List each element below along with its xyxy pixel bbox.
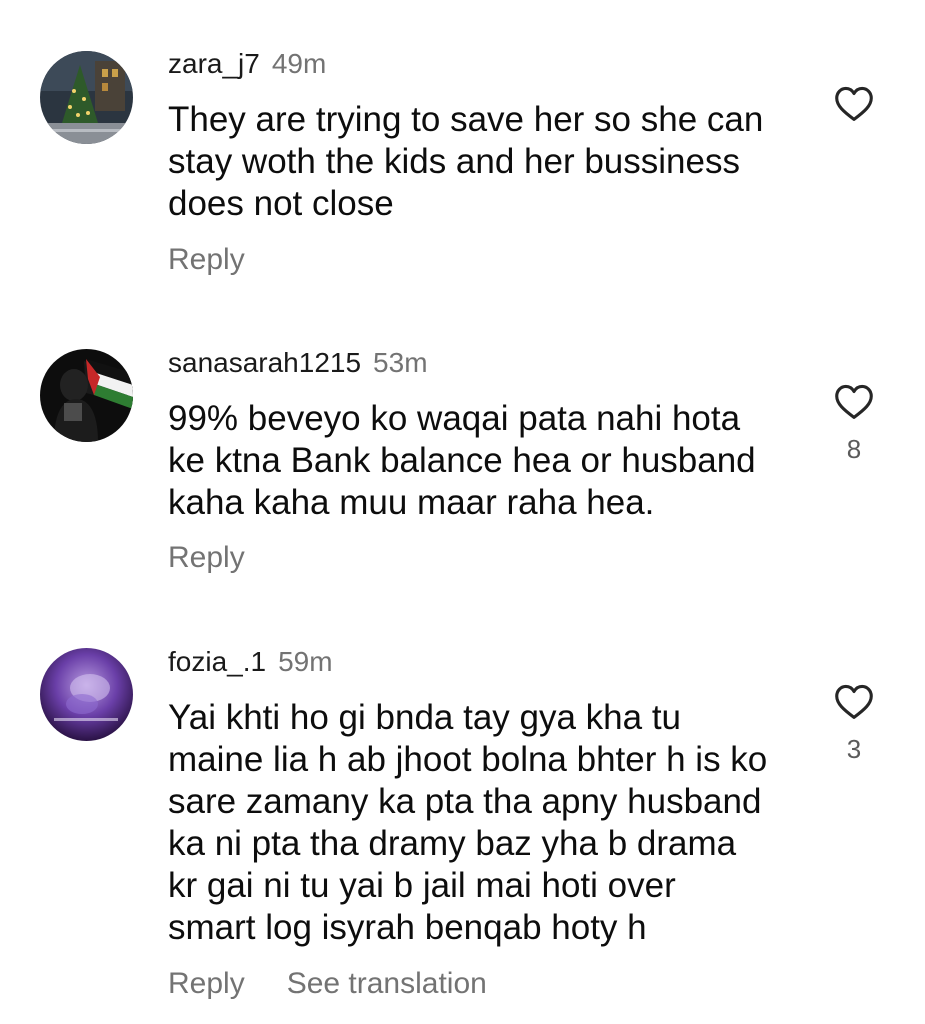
comment-line: 99% beveyo ko waqai pata nahi hota <box>168 399 741 438</box>
comment-meta: fozia_.1 59m <box>168 645 333 679</box>
avatar-sanasarah[interactable] <box>40 349 133 442</box>
heart-outline-icon[interactable] <box>833 382 875 420</box>
comment-meta: sanasarah1215 53m <box>168 346 428 380</box>
comment-line: smart log isyrah benqab hoty h <box>168 908 647 947</box>
comment-meta: zara_j7 49m <box>168 47 326 81</box>
comment-actions: Reply See translation <box>168 966 487 1002</box>
comment-actions: Reply <box>168 540 245 576</box>
reply-button[interactable]: Reply <box>168 540 245 576</box>
see-translation-button[interactable]: See translation <box>287 966 487 1002</box>
reply-button[interactable]: Reply <box>168 242 245 278</box>
comment-line: stay woth the kids and her bussiness <box>168 142 740 181</box>
comment-line: sare zamany ka pta tha apny husband <box>168 782 762 821</box>
comment-line: kr gai ni tu yai b jail mai hoti over <box>168 866 676 905</box>
comment-line: Yai khti ho gi bnda tay gya kha tu <box>168 698 682 737</box>
like-count: 8 <box>846 434 862 464</box>
comment-text: 99% beveyo ko waqai pata nahi hota ke kt… <box>168 398 808 524</box>
timestamp: 59m <box>278 646 333 677</box>
heart-outline-icon[interactable] <box>833 84 875 122</box>
avatar-image <box>40 51 133 144</box>
username[interactable]: fozia_.1 <box>168 646 266 677</box>
timestamp: 49m <box>271 48 327 79</box>
like-button[interactable]: 8 <box>832 382 876 464</box>
avatar-image <box>40 648 133 741</box>
username[interactable]: zara_j7 <box>168 48 260 79</box>
comment-text: They are trying to save her so she can s… <box>168 99 808 225</box>
comment-line: ke ktna Bank balance hea or husband <box>168 441 756 480</box>
avatar-zara[interactable] <box>40 51 133 144</box>
comment-line: does not close <box>168 184 394 223</box>
comment-text: Yai khti ho gi bnda tay gya kha tu maine… <box>168 697 808 949</box>
reply-button[interactable]: Reply <box>168 966 245 1002</box>
heart-outline-icon[interactable] <box>833 682 875 720</box>
like-count: 3 <box>846 734 862 764</box>
avatar-fozia[interactable] <box>40 648 133 741</box>
comment-actions: Reply <box>168 242 245 278</box>
comment-line: maine lia h ab jhoot bolna bhter h is ko <box>168 740 768 779</box>
comment-line: They are trying to save her so she can <box>168 100 764 139</box>
like-button[interactable] <box>832 84 876 136</box>
comment-line: ka ni pta tha dramy baz yha b drama <box>168 824 737 863</box>
like-button[interactable]: 3 <box>832 682 876 764</box>
comment-line: kaha kaha muu maar raha hea. <box>168 483 655 522</box>
timestamp: 53m <box>373 347 428 378</box>
avatar-image <box>40 349 133 442</box>
username[interactable]: sanasarah1215 <box>168 347 361 378</box>
